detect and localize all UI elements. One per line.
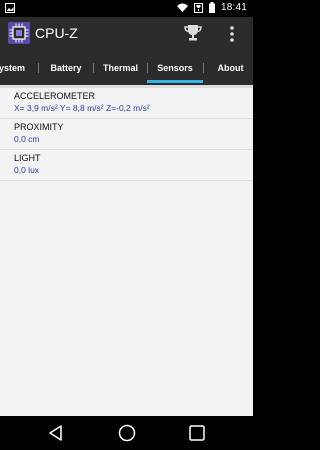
cpu-z-logo-icon — [8, 22, 30, 44]
sensor-name: ACCELEROMETER — [14, 91, 96, 101]
status-time: 18:41 — [220, 2, 247, 13]
home-icon[interactable] — [118, 424, 136, 442]
status-icons: 18:41 — [176, 2, 247, 13]
active-tab-indicator — [147, 80, 203, 83]
sensors-panel: ACCELEROMETER X= 3,9 m/s² Y= 8,8 m/s² Z=… — [0, 85, 253, 416]
tab-battery[interactable]: Battery — [38, 50, 94, 85]
sensor-value: 0,0 lux — [14, 165, 40, 175]
sensor-value: 0,0 cm — [14, 134, 40, 144]
recents-icon[interactable] — [188, 424, 206, 442]
sensor-accelerometer: ACCELEROMETER X= 3,9 m/s² Y= 8,8 m/s² Z=… — [0, 88, 253, 119]
battery-icon — [208, 2, 215, 13]
app-bar: CPU-Z — [0, 17, 253, 50]
sensor-name: PROXIMITY — [14, 122, 64, 132]
image-notification-icon — [5, 3, 15, 13]
sensor-name: LIGHT — [14, 153, 41, 163]
tab-thermal[interactable]: Thermal — [93, 50, 148, 85]
back-icon[interactable] — [47, 424, 65, 442]
overflow-menu-icon[interactable] — [228, 24, 236, 44]
sensor-proximity: PROXIMITY 0,0 cm — [0, 119, 253, 150]
app-title: CPU-Z — [35, 25, 78, 41]
tab-system[interactable]: System — [0, 50, 37, 85]
tab-bar: System Battery Thermal Sensors About — [0, 50, 253, 85]
trophy-small-icon — [193, 2, 203, 13]
tab-about[interactable]: About — [203, 50, 253, 85]
sensor-light: LIGHT 0,0 lux — [0, 150, 253, 181]
trophy-button-icon[interactable] — [183, 23, 203, 43]
status-bar: 18:41 — [0, 0, 253, 17]
wifi-icon — [176, 3, 188, 12]
navigation-bar — [0, 416, 253, 450]
sensor-value: X= 3,9 m/s² Y= 8,8 m/s² Z=-0,2 m/s² — [14, 103, 150, 113]
